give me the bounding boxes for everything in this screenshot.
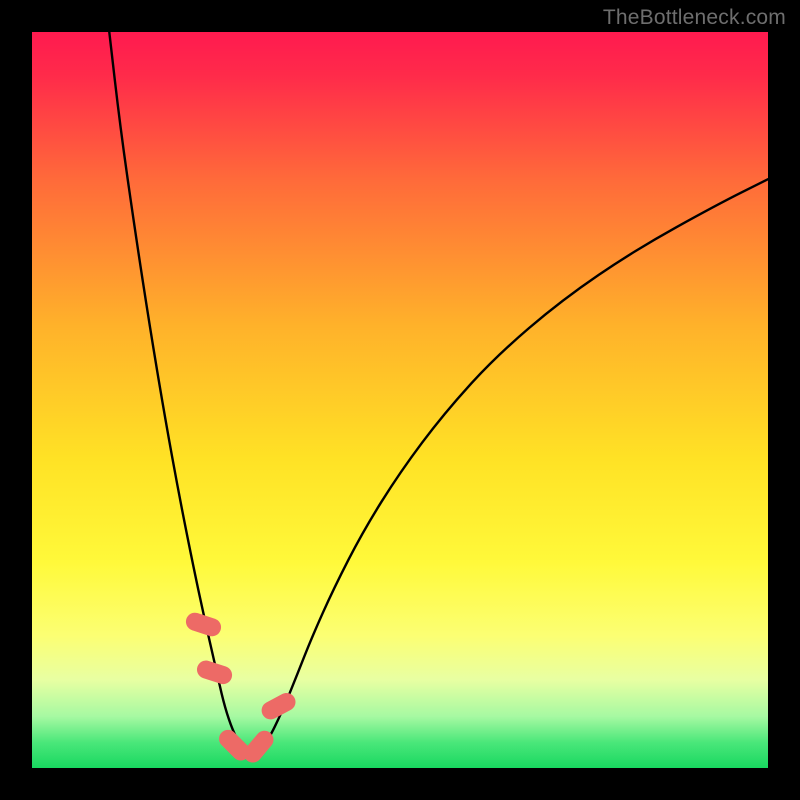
- watermark-text: TheBottleneck.com: [603, 6, 786, 30]
- bottleneck-chart: [32, 32, 768, 768]
- chart-frame: [32, 32, 768, 768]
- gradient-background: [32, 32, 768, 768]
